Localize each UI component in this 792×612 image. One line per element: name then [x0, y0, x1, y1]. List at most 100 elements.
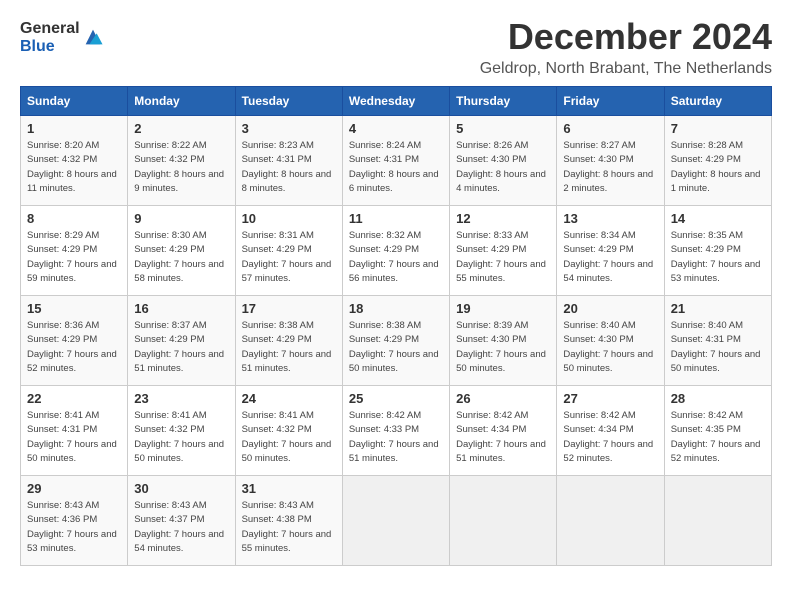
calendar-cell: 15 Sunrise: 8:36 AMSunset: 4:29 PMDayligh… [21, 296, 128, 386]
day-number: 31 [242, 481, 336, 496]
day-info: Sunrise: 8:29 AMSunset: 4:29 PMDaylight:… [27, 229, 121, 286]
calendar-cell: 1 Sunrise: 8:20 AMSunset: 4:32 PMDaylight… [21, 116, 128, 206]
calendar-cell: 2 Sunrise: 8:22 AMSunset: 4:32 PMDaylight… [128, 116, 235, 206]
calendar-cell: 23 Sunrise: 8:41 AMSunset: 4:32 PMDayligh… [128, 386, 235, 476]
day-number: 13 [563, 211, 657, 226]
day-number: 21 [671, 301, 765, 316]
day-info: Sunrise: 8:28 AMSunset: 4:29 PMDaylight:… [671, 139, 765, 196]
calendar-cell: 16 Sunrise: 8:37 AMSunset: 4:29 PMDayligh… [128, 296, 235, 386]
day-info: Sunrise: 8:20 AMSunset: 4:32 PMDaylight:… [27, 139, 121, 196]
calendar-week-row: 15 Sunrise: 8:36 AMSunset: 4:29 PMDayligh… [21, 296, 772, 386]
day-info: Sunrise: 8:40 AMSunset: 4:30 PMDaylight:… [563, 319, 657, 376]
day-info: Sunrise: 8:42 AMSunset: 4:34 PMDaylight:… [563, 409, 657, 466]
day-number: 4 [349, 121, 443, 136]
day-number: 20 [563, 301, 657, 316]
calendar-cell [664, 476, 771, 566]
header-day-tuesday: Tuesday [235, 87, 342, 116]
day-info: Sunrise: 8:37 AMSunset: 4:29 PMDaylight:… [134, 319, 228, 376]
day-number: 27 [563, 391, 657, 406]
day-info: Sunrise: 8:23 AMSunset: 4:31 PMDaylight:… [242, 139, 336, 196]
calendar-cell [557, 476, 664, 566]
calendar-table: SundayMondayTuesdayWednesdayThursdayFrid… [20, 86, 772, 566]
calendar-cell: 24Sunrise: 8:41 AMSunset: 4:32 PMDayligh… [235, 386, 342, 476]
day-number: 10 [242, 211, 336, 226]
calendar-header-row: SundayMondayTuesdayWednesdayThursdayFrid… [21, 87, 772, 116]
logo-general-text: General [20, 20, 80, 38]
calendar-week-row: 1 Sunrise: 8:20 AMSunset: 4:32 PMDaylight… [21, 116, 772, 206]
calendar-cell: 13Sunrise: 8:34 AMSunset: 4:29 PMDayligh… [557, 206, 664, 296]
day-info: Sunrise: 8:26 AMSunset: 4:30 PMDaylight:… [456, 139, 550, 196]
calendar-week-row: 22Sunrise: 8:41 AMSunset: 4:31 PMDayligh… [21, 386, 772, 476]
day-info: Sunrise: 8:43 AMSunset: 4:37 PMDaylight:… [134, 499, 228, 556]
calendar-cell: 29Sunrise: 8:43 AMSunset: 4:36 PMDayligh… [21, 476, 128, 566]
calendar-cell: 27 Sunrise: 8:42 AMSunset: 4:34 PMDayligh… [557, 386, 664, 476]
calendar-cell: 19Sunrise: 8:39 AMSunset: 4:30 PMDayligh… [450, 296, 557, 386]
day-number: 25 [349, 391, 443, 406]
title-area: December 2024 Geldrop, North Brabant, Th… [480, 16, 772, 78]
calendar-cell: 3 Sunrise: 8:23 AMSunset: 4:31 PMDaylight… [235, 116, 342, 206]
calendar-cell: 5 Sunrise: 8:26 AMSunset: 4:30 PMDaylight… [450, 116, 557, 206]
calendar-cell: 26 Sunrise: 8:42 AMSunset: 4:34 PMDayligh… [450, 386, 557, 476]
calendar-cell: 31 Sunrise: 8:43 AMSunset: 4:38 PMDayligh… [235, 476, 342, 566]
day-number: 3 [242, 121, 336, 136]
day-number: 22 [27, 391, 121, 406]
day-info: Sunrise: 8:41 AMSunset: 4:32 PMDaylight:… [242, 409, 336, 466]
header-day-thursday: Thursday [450, 87, 557, 116]
day-info: Sunrise: 8:32 AMSunset: 4:29 PMDaylight:… [349, 229, 443, 286]
day-info: Sunrise: 8:41 AMSunset: 4:32 PMDaylight:… [134, 409, 228, 466]
day-info: Sunrise: 8:42 AMSunset: 4:34 PMDaylight:… [456, 409, 550, 466]
calendar-cell: 28 Sunrise: 8:42 AMSunset: 4:35 PMDayligh… [664, 386, 771, 476]
day-info: Sunrise: 8:31 AMSunset: 4:29 PMDaylight:… [242, 229, 336, 286]
calendar-week-row: 8Sunrise: 8:29 AMSunset: 4:29 PMDaylight… [21, 206, 772, 296]
day-number: 28 [671, 391, 765, 406]
calendar-cell: 4 Sunrise: 8:24 AMSunset: 4:31 PMDaylight… [342, 116, 449, 206]
day-info: Sunrise: 8:38 AMSunset: 4:29 PMDaylight:… [242, 319, 336, 376]
calendar-cell: 12Sunrise: 8:33 AMSunset: 4:29 PMDayligh… [450, 206, 557, 296]
calendar-cell [450, 476, 557, 566]
header-day-saturday: Saturday [664, 87, 771, 116]
calendar-cell: 8Sunrise: 8:29 AMSunset: 4:29 PMDaylight… [21, 206, 128, 296]
day-number: 1 [27, 121, 121, 136]
calendar-week-row: 29Sunrise: 8:43 AMSunset: 4:36 PMDayligh… [21, 476, 772, 566]
calendar-cell: 22Sunrise: 8:41 AMSunset: 4:31 PMDayligh… [21, 386, 128, 476]
day-number: 18 [349, 301, 443, 316]
day-number: 26 [456, 391, 550, 406]
day-info: Sunrise: 8:42 AMSunset: 4:35 PMDaylight:… [671, 409, 765, 466]
page-header: General Blue December 2024 Geldrop, Nort… [20, 16, 772, 78]
calendar-cell: 21 Sunrise: 8:40 AMSunset: 4:31 PMDayligh… [664, 296, 771, 386]
day-number: 12 [456, 211, 550, 226]
calendar-cell: 10 Sunrise: 8:31 AMSunset: 4:29 PMDayligh… [235, 206, 342, 296]
header-day-monday: Monday [128, 87, 235, 116]
day-info: Sunrise: 8:43 AMSunset: 4:36 PMDaylight:… [27, 499, 121, 556]
day-number: 2 [134, 121, 228, 136]
calendar-cell [342, 476, 449, 566]
day-number: 6 [563, 121, 657, 136]
day-number: 16 [134, 301, 228, 316]
month-title: December 2024 [480, 16, 772, 58]
day-info: Sunrise: 8:40 AMSunset: 4:31 PMDaylight:… [671, 319, 765, 376]
calendar-cell: 14 Sunrise: 8:35 AMSunset: 4:29 PMDayligh… [664, 206, 771, 296]
day-info: Sunrise: 8:24 AMSunset: 4:31 PMDaylight:… [349, 139, 443, 196]
day-number: 23 [134, 391, 228, 406]
day-number: 11 [349, 211, 443, 226]
logo-blue-text: Blue [20, 38, 80, 56]
day-info: Sunrise: 8:43 AMSunset: 4:38 PMDaylight:… [242, 499, 336, 556]
calendar-cell: 9Sunrise: 8:30 AMSunset: 4:29 PMDaylight… [128, 206, 235, 296]
header-day-sunday: Sunday [21, 87, 128, 116]
calendar-cell: 11 Sunrise: 8:32 AMSunset: 4:29 PMDayligh… [342, 206, 449, 296]
day-number: 5 [456, 121, 550, 136]
day-info: Sunrise: 8:30 AMSunset: 4:29 PMDaylight:… [134, 229, 228, 286]
day-number: 30 [134, 481, 228, 496]
day-info: Sunrise: 8:35 AMSunset: 4:29 PMDaylight:… [671, 229, 765, 286]
logo-icon [82, 26, 104, 48]
day-info: Sunrise: 8:22 AMSunset: 4:32 PMDaylight:… [134, 139, 228, 196]
logo: General Blue [20, 20, 104, 55]
day-number: 14 [671, 211, 765, 226]
day-number: 15 [27, 301, 121, 316]
day-info: Sunrise: 8:36 AMSunset: 4:29 PMDaylight:… [27, 319, 121, 376]
header-day-wednesday: Wednesday [342, 87, 449, 116]
calendar-cell: 6Sunrise: 8:27 AMSunset: 4:30 PMDaylight… [557, 116, 664, 206]
calendar-cell: 25Sunrise: 8:42 AMSunset: 4:33 PMDayligh… [342, 386, 449, 476]
calendar-cell: 17Sunrise: 8:38 AMSunset: 4:29 PMDayligh… [235, 296, 342, 386]
location-title: Geldrop, North Brabant, The Netherlands [480, 60, 772, 78]
